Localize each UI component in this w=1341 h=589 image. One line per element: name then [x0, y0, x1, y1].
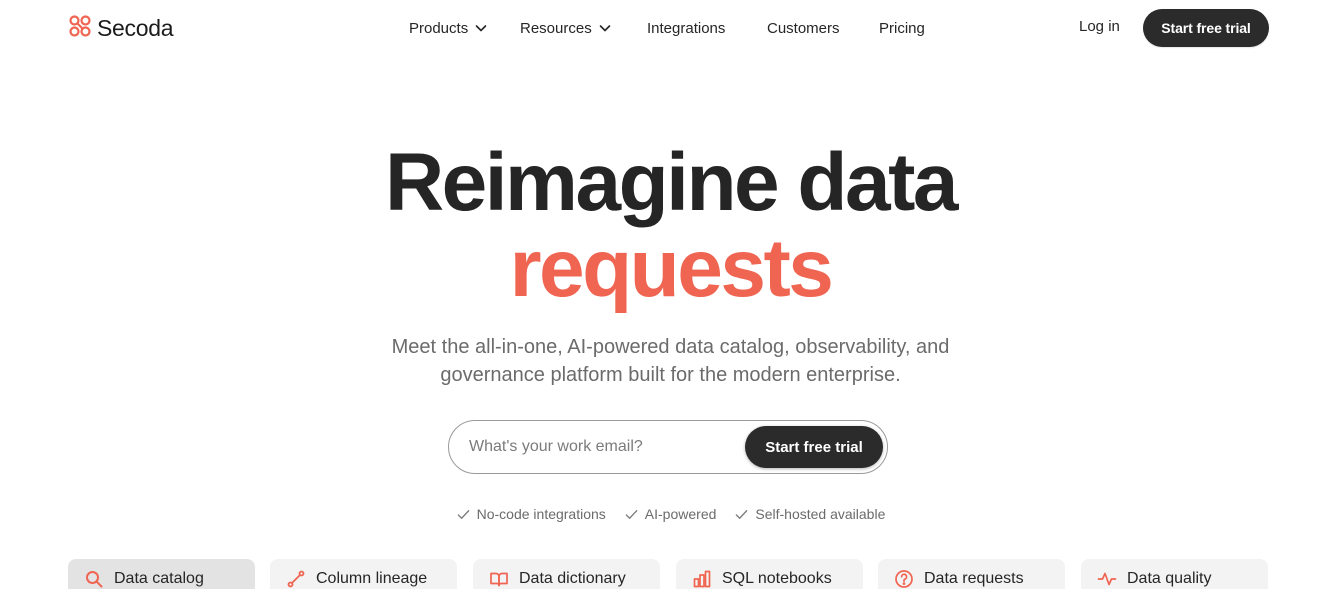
check-icon [736, 509, 748, 519]
book-icon [490, 572, 508, 587]
bar-chart-icon [693, 570, 711, 588]
search-icon [86, 571, 103, 588]
main-nav: Products Resources Integrations Customer… [0, 17, 1341, 39]
signup-start-trial-button[interactable]: Start free trial [745, 426, 883, 468]
feature-label: No-code integrations [476, 506, 606, 522]
check-icon [457, 509, 469, 519]
feature-item: AI-powered [624, 506, 717, 522]
check-icon [625, 509, 638, 519]
nav-item-customers[interactable]: Customers [767, 17, 840, 39]
feature-item: Self-hosted available [734, 506, 885, 522]
tab-data-catalog[interactable]: Data catalog [68, 559, 255, 589]
tab-data-requests[interactable]: Data requests [878, 559, 1065, 589]
nav-item-integrations[interactable]: Integrations [647, 17, 725, 39]
email-input[interactable] [469, 421, 739, 473]
lineage-icon [287, 570, 305, 588]
tab-data-quality[interactable]: Data quality [1081, 559, 1268, 589]
tab-label: Data requests [924, 570, 1024, 587]
tab-column-lineage[interactable]: Column lineage [270, 559, 457, 589]
feature-label: AI-powered [644, 506, 717, 522]
header-start-trial-button[interactable]: Start free trial [1144, 10, 1268, 46]
page: Secoda Products Resources Integrations C… [0, 0, 1341, 589]
nav-item-label: Products [409, 19, 469, 37]
tab-label: Data dictionary [519, 570, 626, 587]
signup-form: Start free trial [448, 420, 888, 474]
nav-item-resources[interactable]: Resources [520, 17, 612, 39]
nav-item-pricing[interactable]: Pricing [879, 17, 925, 39]
nav-item-label: Integrations [647, 19, 726, 37]
question-circle-icon [895, 570, 913, 588]
hero-title-line2: requests [509, 223, 834, 314]
tab-label: Column lineage [316, 570, 428, 587]
hero-title-line1: Reimagine data [384, 137, 959, 228]
tab-label: Data catalog [114, 570, 204, 587]
feature-item: No-code integrations [456, 506, 606, 522]
tab-data-dictionary[interactable]: Data dictionary [473, 559, 660, 589]
feature-list: No-code integrations AI-powered Self-hos… [0, 506, 1341, 522]
pulse-icon [1097, 572, 1117, 586]
tab-label: Data quality [1127, 570, 1212, 587]
chevron-down-icon [475, 25, 487, 32]
login-link[interactable]: Log in [1079, 18, 1120, 35]
chevron-down-icon [599, 25, 611, 32]
tab-label: SQL notebooks [722, 570, 832, 587]
tab-sql-notebooks[interactable]: SQL notebooks [676, 559, 863, 589]
hero-subtitle: Meet the all-in-one, AI-powered data cat… [0, 333, 1341, 389]
subtitle-line2: governance platform built for the modern… [440, 364, 901, 386]
nav-item-label: Resources [520, 19, 592, 37]
nav-item-products[interactable]: Products [409, 17, 488, 39]
nav-item-label: Pricing [879, 19, 925, 37]
nav-item-label: Customers [767, 19, 840, 37]
subtitle-line1: Meet the all-in-one, AI-powered data cat… [391, 336, 950, 358]
feature-label: Self-hosted available [755, 506, 886, 522]
